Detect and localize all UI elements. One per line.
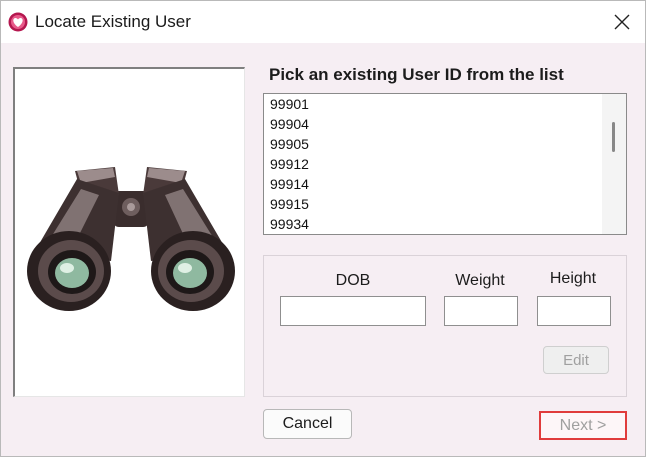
- list-item[interactable]: 99914: [270, 174, 309, 194]
- listbox-scrollbar[interactable]: [602, 94, 626, 234]
- list-item[interactable]: 99915: [270, 194, 309, 214]
- list-item[interactable]: 99912: [270, 154, 309, 174]
- locate-user-dialog: Locate Existing User Pick an existing Us…: [0, 0, 646, 457]
- close-button[interactable]: [599, 1, 645, 43]
- weight-label: Weight: [455, 272, 505, 289]
- user-details-group: DOB Weight Height Edit: [263, 255, 627, 397]
- cancel-button[interactable]: Cancel: [263, 409, 352, 439]
- dob-field[interactable]: [280, 296, 426, 326]
- list-item[interactable]: 99905: [270, 134, 309, 154]
- user-list-heading: Pick an existing User ID from the list: [269, 65, 564, 84]
- list-item[interactable]: 99901: [270, 94, 309, 114]
- heart-app-icon: [8, 12, 28, 32]
- edit-button[interactable]: Edit: [543, 346, 609, 374]
- title-bar: Locate Existing User: [1, 1, 645, 43]
- close-icon: [614, 14, 630, 30]
- height-field[interactable]: [537, 296, 611, 326]
- list-item[interactable]: 99904: [270, 114, 309, 134]
- weight-field[interactable]: [444, 296, 518, 326]
- scrollbar-thumb[interactable]: [612, 122, 615, 152]
- next-button[interactable]: Next >: [539, 411, 627, 440]
- binoculars-icon: [27, 167, 235, 311]
- dob-label: DOB: [335, 272, 371, 289]
- height-label: Height: [549, 270, 597, 287]
- image-panel: [13, 67, 245, 397]
- user-id-listbox[interactable]: 99901 99904 99905 99912 99914 99915 9993…: [263, 93, 627, 235]
- list-item[interactable]: 99934: [270, 214, 309, 234]
- window-title: Locate Existing User: [35, 12, 191, 31]
